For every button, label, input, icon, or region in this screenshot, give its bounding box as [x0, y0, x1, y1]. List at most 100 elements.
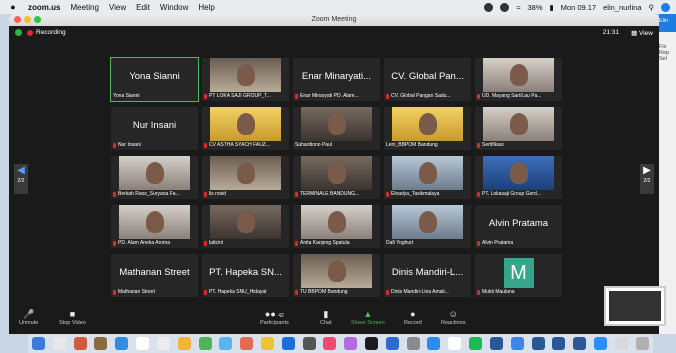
participant-video	[301, 254, 372, 288]
menu-app-name[interactable]: zoom.us	[28, 3, 60, 12]
launchpad-icon[interactable]	[52, 337, 66, 350]
participant-tile[interactable]: M Mukti Maulana	[475, 254, 562, 297]
music-icon[interactable]	[323, 337, 337, 350]
wifi-icon[interactable]: ≈	[516, 3, 520, 12]
participant-name-large: PT. Hapeka SN...	[209, 267, 282, 278]
app-icon[interactable]	[198, 337, 212, 350]
participant-tile[interactable]: Mathanan Street Mathanan Street	[111, 254, 198, 297]
background-window-item[interactable]: Sel	[659, 56, 676, 62]
system-preferences-icon[interactable]	[406, 337, 420, 350]
apple-tv-icon[interactable]	[365, 337, 378, 350]
participant-name-text: Mukti Maulana	[482, 289, 515, 295]
menu-edit[interactable]: Edit	[136, 3, 150, 12]
menu-view[interactable]: View	[109, 3, 126, 12]
reactions-button[interactable]: ☺ Reactions	[441, 309, 465, 326]
battery-icon[interactable]: ▮	[550, 3, 554, 12]
participant-tile[interactable]: Yona Sianni Yona Sianni	[110, 57, 199, 102]
participant-tile[interactable]: PT. Hapeka SN... PT. Hapeka SNU_Hidayat	[202, 254, 289, 297]
participant-name-text: Suhardiono Paul	[295, 142, 332, 148]
share-screen-button[interactable]: ▲ Share Screen	[351, 309, 385, 326]
participant-tile[interactable]: Dafi Yoghurt	[384, 205, 471, 248]
participant-tile[interactable]: Leni_BBPOM Bandung	[384, 107, 471, 150]
app-icon[interactable]	[219, 337, 233, 350]
app-icon[interactable]	[427, 337, 441, 350]
participant-tile[interactable]: Suhardiono Paul	[293, 107, 380, 150]
zoom-icon[interactable]	[593, 337, 607, 350]
participant-tile[interactable]: CV. Global Pan... CV. Global Pangan Sadu.…	[384, 58, 471, 101]
calendar-icon[interactable]	[136, 337, 150, 350]
spotlight-search-icon[interactable]: ⚲	[649, 3, 655, 12]
menubar-user[interactable]: elin_nurlina	[603, 3, 641, 12]
zoom-status-icon[interactable]	[484, 2, 494, 12]
security-shield-icon[interactable]	[15, 29, 22, 36]
trash-icon[interactable]	[635, 337, 649, 350]
menu-help[interactable]: Help	[198, 3, 214, 12]
record-button[interactable]: ● Record	[404, 309, 422, 326]
participant-tile[interactable]: UD. Mayang Sari/Lau Pa...	[475, 58, 562, 101]
participant-face	[327, 260, 346, 282]
chat-button[interactable]: ▮ Chat	[320, 309, 332, 326]
app-store-icon[interactable]	[281, 337, 295, 350]
recording-label: Recording	[36, 29, 66, 36]
participant-tile[interactable]: lattcini	[202, 205, 289, 248]
app-icon[interactable]	[94, 337, 108, 350]
participant-tile[interactable]: CV ASTHA SYACH FAUZ...	[202, 107, 289, 150]
app-icon[interactable]	[260, 337, 274, 350]
unmute-button[interactable]: 🎤 Unmute	[19, 309, 38, 326]
finder-icon[interactable]	[32, 337, 45, 350]
screenshot-thumbnail-preview[interactable]	[604, 286, 666, 326]
participant-tile[interactable]: PT. Lokasaji Group Gord...	[475, 156, 562, 199]
participant-tile[interactable]: Alvin Pratama Alvin Pratama	[475, 205, 562, 248]
podcasts-icon[interactable]	[344, 337, 358, 350]
maximize-window-button[interactable]	[34, 16, 41, 23]
app-icon[interactable]	[302, 337, 316, 350]
close-window-button[interactable]	[14, 16, 21, 23]
participants-button[interactable]: ●● 42 Participants	[260, 309, 289, 326]
app-icon[interactable]	[385, 337, 399, 350]
participant-tile[interactable]: TERMINALE BANDUNG...	[293, 156, 380, 199]
recording-indicator[interactable]: Recording	[27, 29, 66, 36]
status-icon[interactable]	[500, 2, 510, 12]
participant-tile[interactable]: PT LOKA SAJI GROUP_T...	[202, 58, 289, 101]
document-icon[interactable]	[552, 337, 566, 350]
participant-name-label: UD. Mayang Sari/Lau Pa...	[477, 93, 560, 99]
menu-meeting[interactable]: Meeting	[70, 3, 98, 12]
participant-tile[interactable]: PD. Alam Aneka Aroma	[111, 205, 198, 248]
participant-name-label: Alvin Pratama	[477, 240, 560, 246]
participant-name-label: Elnadya_Tasikmalaya	[386, 191, 469, 197]
participant-tile[interactable]: Berkah Raos_Suryana Fa...	[111, 156, 198, 199]
page-indicator-left: 2/2	[17, 178, 25, 184]
participant-name-large: Dinis Mandiri-L...	[391, 267, 464, 278]
menu-window[interactable]: Window	[160, 3, 188, 12]
app-icon[interactable]	[240, 337, 254, 350]
participant-tile[interactable]: Dinis Mandiri-L... Dinis Mandiri-Lina Ama…	[384, 254, 471, 297]
app-icon[interactable]	[510, 337, 524, 350]
safari-icon[interactable]	[115, 337, 129, 350]
participant-tile[interactable]: TU BBPOM Bandung	[293, 254, 380, 297]
participant-tile[interactable]: Nur Insani Nur Insani	[111, 107, 198, 150]
app-icon[interactable]	[73, 337, 87, 350]
background-window-header[interactable]: Elin	[659, 14, 676, 32]
app-icon[interactable]	[448, 337, 462, 350]
apple-icon[interactable]: ●	[8, 2, 18, 12]
document-icon[interactable]	[531, 337, 545, 350]
participant-tile[interactable]: Enar Minaryati... Enar Minaryati PD. Alam…	[293, 58, 380, 101]
next-page-button[interactable]: ▶ 2/2	[640, 164, 654, 194]
participant-tile[interactable]: Sertifikasi	[475, 107, 562, 150]
app-icon[interactable]	[177, 337, 191, 350]
previous-page-button[interactable]: ◀ 2/2	[14, 164, 28, 194]
stop-video-button[interactable]: ■ Stop Video	[59, 309, 86, 326]
view-button[interactable]: ▦ View	[631, 29, 653, 37]
minimize-window-button[interactable]	[24, 16, 31, 23]
spotify-icon[interactable]	[469, 337, 483, 350]
menubar-clock[interactable]: Mon 09.17	[561, 3, 596, 12]
participant-tile[interactable]: Anita Kanjeng Spatula	[293, 205, 380, 248]
document-icon[interactable]	[573, 337, 587, 350]
participant-tile[interactable]: Elnadya_Tasikmalaya	[384, 156, 471, 199]
participant-face	[236, 211, 255, 233]
word-icon[interactable]	[489, 337, 503, 350]
notes-icon[interactable]	[156, 337, 170, 350]
app-icon[interactable]	[614, 337, 628, 350]
participant-tile[interactable]: lis rosid	[202, 156, 289, 199]
siri-icon[interactable]	[661, 2, 670, 12]
